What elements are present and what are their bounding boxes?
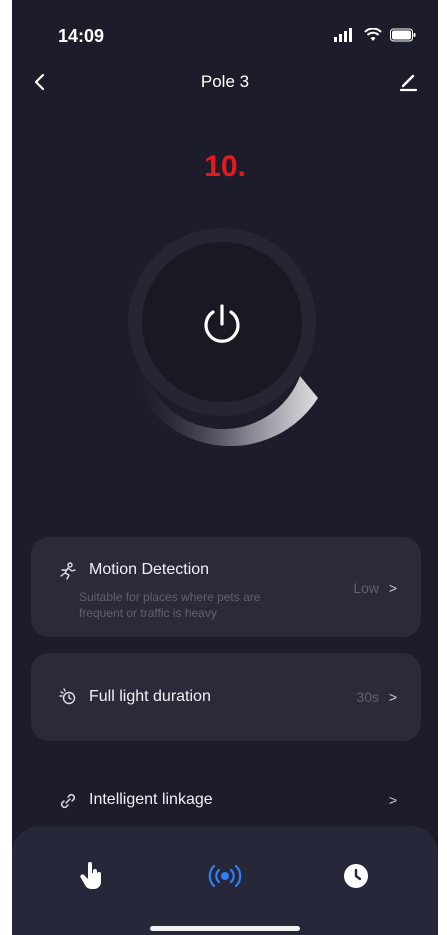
description-line: frequent or traffic is heavy bbox=[79, 606, 217, 620]
motion-detection-value: Low bbox=[353, 580, 379, 596]
step-annotation: 10. bbox=[204, 150, 246, 183]
running-person-icon bbox=[60, 562, 76, 580]
battery-icon bbox=[390, 28, 416, 42]
chevron-right-icon: > bbox=[388, 580, 397, 596]
cellular-signal-icon bbox=[334, 28, 352, 42]
motion-detection-description: Suitable for places where pets are frequ… bbox=[79, 589, 329, 621]
signal-broadcast-icon bbox=[208, 864, 242, 888]
description-line: Suitable for places where pets are bbox=[79, 590, 261, 604]
chevron-right-icon: > bbox=[388, 689, 397, 705]
home-indicator bbox=[150, 926, 300, 931]
full-light-duration-card[interactable]: Full light duration 30s > bbox=[31, 653, 421, 741]
motion-detection-title: Motion Detection bbox=[89, 561, 210, 578]
chevron-right-icon: > bbox=[388, 792, 397, 808]
hand-pointer-icon bbox=[80, 862, 101, 889]
status-time: 14:09 bbox=[58, 26, 105, 46]
status-icons bbox=[334, 28, 416, 42]
tab-sensor[interactable] bbox=[205, 856, 245, 896]
intelligent-linkage-title: Intelligent linkage bbox=[89, 791, 213, 808]
intelligent-linkage-row[interactable]: Intelligent linkage > bbox=[31, 778, 421, 822]
power-dial[interactable] bbox=[122, 226, 322, 446]
app-screen: 14:09 Pole 3 10. Motion Detection Suitab… bbox=[12, 0, 438, 935]
page-title: Pole 3 bbox=[200, 72, 250, 91]
tab-manual[interactable] bbox=[72, 856, 112, 896]
motion-detection-card[interactable]: Motion Detection Suitable for places whe… bbox=[31, 537, 421, 637]
clock-icon bbox=[344, 864, 368, 888]
bottom-tab-bar bbox=[12, 826, 438, 935]
full-light-duration-value: 30s bbox=[356, 689, 379, 705]
wifi-icon bbox=[364, 28, 382, 41]
timer-light-icon bbox=[59, 688, 76, 705]
full-light-duration-title: Full light duration bbox=[89, 688, 211, 705]
tab-schedule[interactable] bbox=[336, 856, 376, 896]
link-icon bbox=[60, 793, 76, 809]
edit-pencil-icon[interactable] bbox=[396, 70, 420, 94]
